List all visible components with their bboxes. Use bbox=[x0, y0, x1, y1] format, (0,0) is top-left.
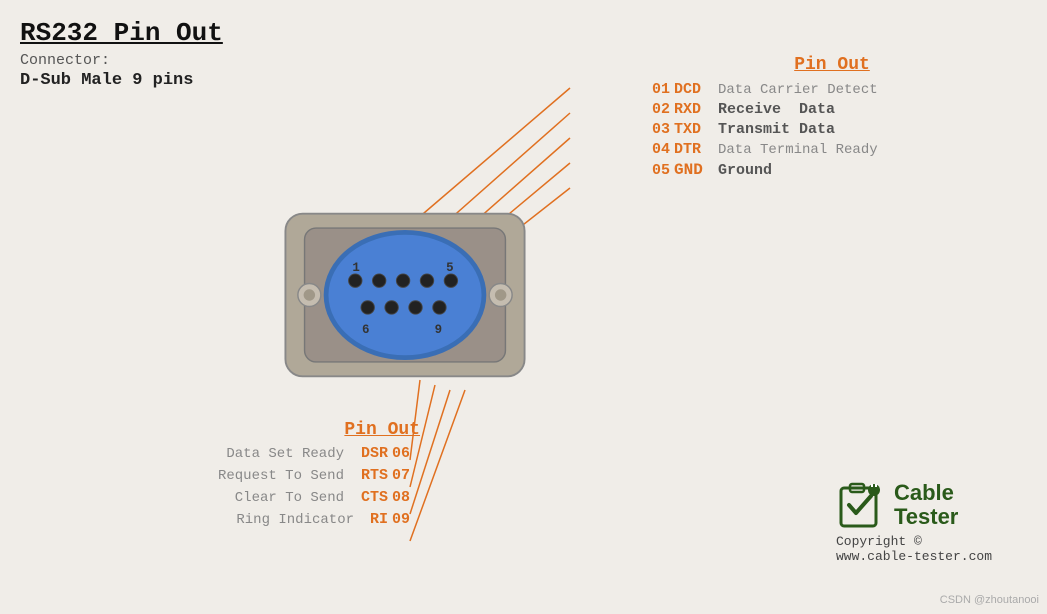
pin-num-05: 05 bbox=[642, 162, 670, 179]
connector-label: Connector: bbox=[20, 52, 223, 69]
pin-row-06: Data Set Ready DSR 06 bbox=[30, 445, 420, 462]
pin-num-02: 02 bbox=[642, 101, 670, 118]
pin-row-02: 02 RXD Receive Data bbox=[642, 101, 1022, 118]
pin-desc-03: Transmit Data bbox=[718, 121, 835, 138]
pin-abbr-02: RXD bbox=[674, 101, 712, 118]
pin-out-bottom-title: Pin Out bbox=[30, 420, 420, 440]
pin-row-07: Request To Send RTS 07 bbox=[30, 467, 420, 484]
connector-svg: 1 5 6 9 bbox=[255, 185, 555, 405]
pin-out-top-title: Pin Out bbox=[642, 55, 1022, 75]
pin-num-09: 09 bbox=[392, 511, 420, 528]
pin-desc-02: Receive Data bbox=[718, 101, 835, 118]
page-title: RS232 Pin Out bbox=[20, 18, 223, 48]
pin-desc-01: Data Carrier Detect bbox=[718, 82, 878, 98]
copyright-text: Copyright © bbox=[836, 534, 992, 549]
pin-out-top: Pin Out 01 DCD Data Carrier Detect 02 RX… bbox=[642, 55, 1022, 182]
pin-desc-07: Request To Send bbox=[218, 468, 344, 484]
pin-abbr-08: CTS bbox=[350, 489, 388, 506]
svg-text:6: 6 bbox=[362, 323, 369, 337]
pin-num-08: 08 bbox=[392, 489, 420, 506]
pin-row-09: Ring Indicator RI 09 bbox=[30, 511, 420, 528]
svg-text:1: 1 bbox=[352, 261, 359, 275]
pin-abbr-01: DCD bbox=[674, 81, 712, 98]
pin-row-04: 04 DTR Data Terminal Ready bbox=[642, 141, 1022, 158]
svg-text:9: 9 bbox=[435, 323, 442, 337]
pin-num-03: 03 bbox=[642, 121, 670, 138]
cable-tester-logo-area: Cable Tester Copyright © www.cable-teste… bbox=[836, 480, 992, 564]
svg-text:5: 5 bbox=[446, 261, 453, 275]
cable-tester-brand: Cable Tester bbox=[836, 480, 992, 530]
pin-row-01: 01 DCD Data Carrier Detect bbox=[642, 81, 1022, 98]
pin-abbr-09: RI bbox=[360, 511, 388, 528]
cable-tester-name: Cable Tester bbox=[894, 481, 958, 529]
pin-abbr-03: TXD bbox=[674, 121, 712, 138]
title-area: RS232 Pin Out Connector: D-Sub Male 9 pi… bbox=[20, 18, 223, 90]
csdn-watermark: CSDN @zhoutanooi bbox=[940, 594, 1039, 606]
pin-out-bottom: Pin Out Data Set Ready DSR 06 Request To… bbox=[30, 420, 420, 533]
pin-num-04: 04 bbox=[642, 141, 670, 158]
pin-num-07: 07 bbox=[392, 467, 420, 484]
pin-row-05: 05 GND Ground bbox=[642, 161, 1022, 179]
connector-type: D-Sub Male 9 pins bbox=[20, 71, 223, 90]
pin-num-01: 01 bbox=[642, 81, 670, 98]
pin-row-03: 03 TXD Transmit Data bbox=[642, 121, 1022, 138]
pin-desc-08: Clear To Send bbox=[235, 490, 344, 506]
pin-abbr-06: DSR bbox=[350, 445, 388, 462]
pin-row-08: Clear To Send CTS 08 bbox=[30, 489, 420, 506]
cable-tester-icon bbox=[836, 480, 886, 530]
pin-desc-05: Ground bbox=[718, 162, 772, 179]
pin-num-06: 06 bbox=[392, 445, 420, 462]
main-container: RS232 Pin Out Connector: D-Sub Male 9 pi… bbox=[0, 0, 1047, 614]
pin-abbr-05: GND bbox=[674, 161, 712, 179]
pin-desc-04: Data Terminal Ready bbox=[718, 142, 878, 158]
pin-desc-09: Ring Indicator bbox=[236, 512, 354, 528]
connector-area: 1 5 6 9 bbox=[255, 185, 565, 415]
pin-desc-06: Data Set Ready bbox=[226, 446, 344, 462]
pin-abbr-04: DTR bbox=[674, 141, 712, 158]
website-text: www.cable-tester.com bbox=[836, 549, 992, 564]
pin-abbr-07: RTS bbox=[350, 467, 388, 484]
